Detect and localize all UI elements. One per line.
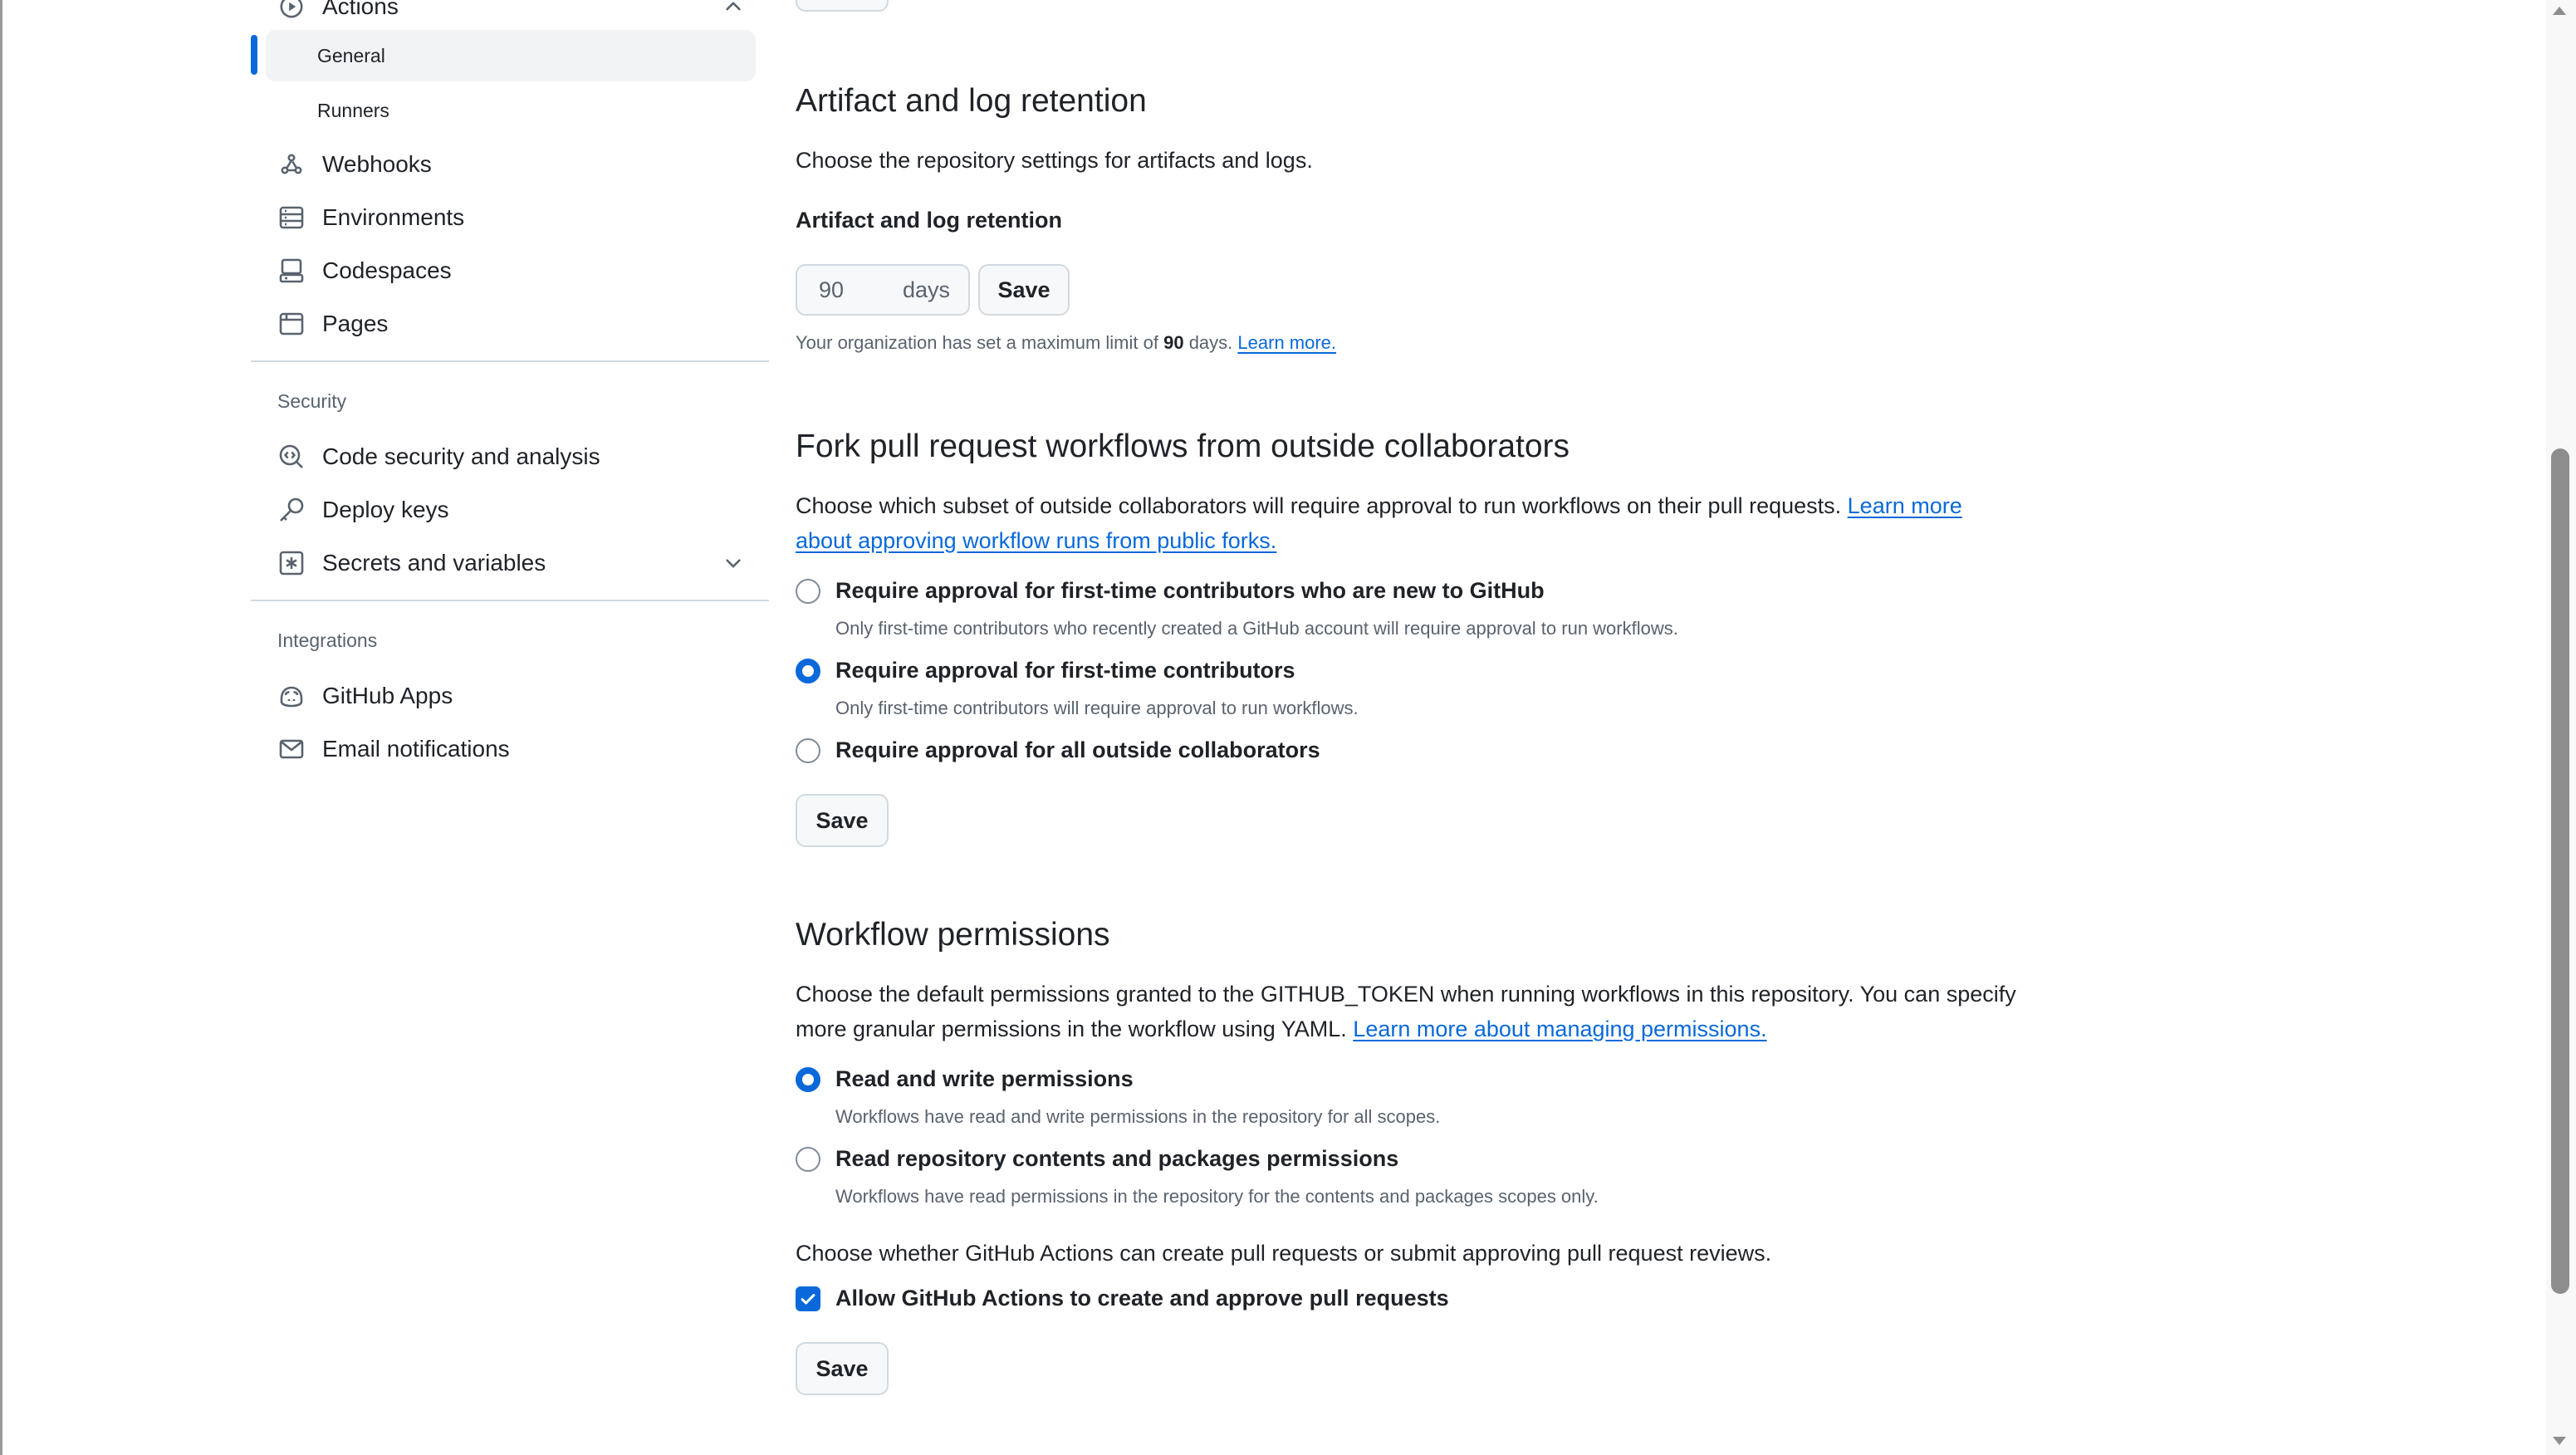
radio-label: Require approval for first-time contribu… (835, 578, 1545, 603)
sidebar-item-github-apps[interactable]: GitHub Apps (266, 671, 756, 721)
artifact-field-label: Artifact and log retention (796, 208, 1063, 233)
radio-button[interactable] (796, 737, 820, 763)
sidebar-item-label: Code security and analysis (322, 443, 600, 469)
sidebar-item-runners[interactable]: Runners (266, 85, 756, 136)
sidebar-item-label: Environments (322, 204, 465, 230)
browser-icon (277, 310, 306, 338)
radio-button[interactable] (796, 578, 820, 604)
workflow-pr-prompt: Choose whether GitHub Actions can create… (796, 1241, 1772, 1266)
sidebar-divider (251, 360, 769, 362)
sidebar-item-label: GitHub Apps (322, 683, 453, 708)
workflow-learn-more-link[interactable]: Learn more about managing permissions. (1353, 1017, 1766, 1041)
fork-save-button[interactable]: Save (796, 794, 889, 847)
server-icon (277, 203, 306, 232)
sidebar-item-secrets[interactable]: Secrets and variables (266, 538, 756, 588)
sidebar-item-email-notifications[interactable]: Email notifications (266, 724, 756, 774)
sidebar-item-environments[interactable]: Environments (266, 193, 756, 242)
checkbox-label: Allow GitHub Actions to create and appro… (835, 1286, 1449, 1310)
scroll-down-arrow-icon[interactable] (2553, 1437, 2566, 1445)
fork-learn-more-link-cont[interactable]: about approving workflow runs from publi… (796, 528, 1276, 553)
artifact-learn-more-link[interactable]: Learn more. (1237, 332, 1336, 353)
note-suffix: days. (1188, 332, 1233, 353)
fork-option-hint: Only first-time contributors who recentl… (835, 618, 1678, 639)
sidebar-heading-security: Security (277, 390, 347, 412)
fork-option-new-to-github[interactable]: Require approval for first-time contribu… (796, 578, 1545, 604)
sidebar-item-label: Email notifications (322, 736, 510, 762)
mail-icon (277, 735, 306, 763)
artifact-section-title: Artifact and log retention (796, 83, 1147, 119)
note-prefix: Your organization has set a maximum limi… (796, 332, 1158, 353)
asterisk-icon (277, 549, 306, 577)
workflow-option-read-only[interactable]: Read repository contents and packages pe… (796, 1146, 1398, 1172)
fork-option-all-outside[interactable]: Require approval for all outside collabo… (796, 737, 1320, 763)
workflow-save-button[interactable]: Save (796, 1342, 889, 1395)
workflow-description-line2: more granular permissions in the workflo… (796, 1017, 1347, 1041)
play-icon (277, 0, 306, 21)
sidebar-item-label: Actions (322, 0, 399, 19)
fork-section-description: Choose which subset of outside collabora… (796, 488, 2058, 558)
sidebar-item-deploy-keys[interactable]: Deploy keys (266, 485, 756, 535)
artifact-section-description: Choose the repository settings for artif… (796, 148, 1313, 173)
sidebar-divider (251, 600, 769, 601)
radio-label: Read and write permissions (835, 1066, 1134, 1091)
sidebar-item-general[interactable]: General (266, 30, 756, 81)
fork-learn-more-link[interactable]: Learn more (1848, 493, 1962, 518)
chevron-down-icon[interactable] (722, 552, 744, 578)
sidebar-item-label: Webhooks (322, 151, 432, 177)
sidebar-item-codespaces[interactable]: Codespaces (266, 246, 756, 296)
artifact-save-button[interactable]: Save (978, 264, 1070, 316)
retention-days-unit: days (902, 277, 950, 302)
radio-label: Require approval for first-time contribu… (835, 658, 1295, 683)
sidebar-item-label: Pages (322, 311, 389, 336)
workflow-section-title: Workflow permissions (796, 917, 1110, 953)
sidebar-item-code-security[interactable]: Code security and analysis (266, 432, 756, 482)
workflow-option-hint: Workflows have read permissions in the r… (835, 1186, 1599, 1207)
codescan-icon (277, 443, 306, 471)
codespaces-icon (277, 257, 306, 285)
scrollbar-thumb[interactable] (2551, 448, 2569, 1294)
sidebar-item-webhooks[interactable]: Webhooks (266, 140, 756, 189)
window-left-border (0, 0, 2, 1455)
copilot-icon (277, 682, 306, 710)
workflow-option-read-write[interactable]: Read and write permissions (796, 1066, 1134, 1092)
fork-description-text: Choose which subset of outside collabora… (796, 493, 1842, 518)
fork-section-title: Fork pull request workflows from outside… (796, 429, 1570, 464)
retention-days-input[interactable]: 90 days (796, 264, 970, 316)
workflow-allow-pr-checkbox-row[interactable]: Allow GitHub Actions to create and appro… (796, 1286, 1449, 1311)
radio-button[interactable] (796, 1146, 820, 1172)
scroll-up-arrow-icon[interactable] (2553, 7, 2566, 15)
sidebar-item-label: Codespaces (322, 257, 452, 283)
previous-section-save-button[interactable] (796, 0, 889, 12)
sidebar-item-actions[interactable]: Actions (266, 0, 756, 32)
radio-label: Read repository contents and packages pe… (835, 1146, 1399, 1171)
checkmark-icon (801, 1293, 815, 1305)
active-indicator (251, 35, 257, 75)
note-limit-value: 90 (1163, 332, 1184, 353)
artifact-limit-note: Your organization has set a maximum limi… (796, 332, 1336, 354)
workflow-option-hint: Workflows have read and write permission… (835, 1106, 1441, 1127)
key-icon (277, 496, 306, 524)
chevron-up-icon[interactable] (722, 0, 744, 21)
webhook-icon (277, 150, 306, 179)
sidebar-heading-integrations: Integrations (277, 630, 378, 651)
sidebar-item-pages[interactable]: Pages (266, 299, 756, 349)
radio-button-selected[interactable] (796, 1066, 820, 1092)
workflow-description-line1: Choose the default permissions granted t… (796, 982, 2016, 1007)
checkbox-checked[interactable] (796, 1286, 820, 1311)
retention-days-value: 90 (819, 277, 845, 302)
fork-option-first-time[interactable]: Require approval for first-time contribu… (796, 658, 1295, 683)
sidebar-item-label: Deploy keys (322, 497, 449, 522)
sidebar-item-label: Secrets and variables (322, 550, 546, 576)
fork-option-hint: Only first-time contributors will requir… (835, 698, 1359, 718)
radio-button-selected[interactable] (796, 658, 820, 683)
workflow-section-description: Choose the default permissions granted t… (796, 977, 2091, 1046)
radio-label: Require approval for all outside collabo… (835, 737, 1320, 762)
